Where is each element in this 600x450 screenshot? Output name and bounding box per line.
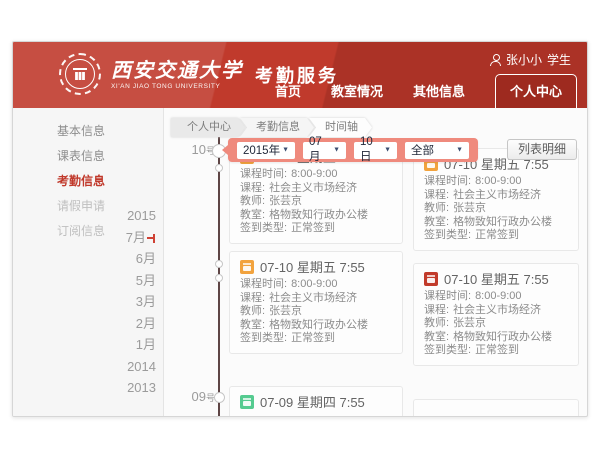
sidebar: 基本信息 课表信息 考勤信息 请假申请 订阅信息 2015 7月 6月 5月 3… bbox=[13, 108, 164, 416]
sidebar-item-attendance-info[interactable]: 考勤信息 bbox=[13, 169, 163, 194]
attendance-card: 07-10 星期五 7:55 课程时间:8:00-9:00 课程:社会主义市场经… bbox=[413, 263, 579, 366]
timeline-entry-may[interactable]: 5月 bbox=[126, 270, 156, 292]
nav-item-classrooms[interactable]: 教室情况 bbox=[331, 81, 383, 108]
timeline-dot bbox=[215, 274, 223, 282]
day-dropdown[interactable]: 10日 ▼ bbox=[354, 142, 397, 159]
timeline-dot bbox=[214, 392, 225, 403]
timeline-entry-march[interactable]: 3月 bbox=[126, 291, 156, 313]
user-icon bbox=[490, 54, 501, 65]
nav-item-other-info[interactable]: 其他信息 bbox=[413, 81, 465, 108]
list-detail-button[interactable]: 列表明细 bbox=[507, 139, 577, 160]
current-month-marker-icon bbox=[147, 234, 156, 243]
month-dropdown[interactable]: 07月 ▼ bbox=[303, 142, 346, 159]
main-nav: 首页 教室情况 其他信息 个人中心 bbox=[275, 74, 577, 108]
attendance-card: 07-10 星期五 7:55 课程时间:8:00-9:00 课程:社会主义市场经… bbox=[413, 148, 579, 251]
nav-item-home[interactable]: 首页 bbox=[275, 81, 301, 108]
chevron-down-icon: ▼ bbox=[456, 146, 463, 153]
breadcrumb-timeline[interactable]: 时间轴 bbox=[309, 118, 372, 137]
screenshot-canvas: 西安交通大学 XI'AN JIAO TONG UNIVERSITY 考勤服务 张… bbox=[0, 0, 600, 450]
user-account[interactable]: 张小小 学生 bbox=[490, 51, 571, 68]
card-date: 07-09 星期四 7:55 bbox=[260, 392, 365, 411]
timeline-year-list: 2015 7月 6月 5月 3月 2月 1月 2014 2013 bbox=[126, 205, 156, 399]
app-header: 西安交通大学 XI'AN JIAO TONG UNIVERSITY 考勤服务 张… bbox=[13, 42, 587, 108]
app-window: 西安交通大学 XI'AN JIAO TONG UNIVERSITY 考勤服务 张… bbox=[12, 41, 588, 417]
user-role: 学生 bbox=[547, 51, 571, 68]
status-calendar-icon bbox=[240, 260, 254, 274]
filter-bar: 2015年 ▼ 07月 ▼ 10日 ▼ 全部 ▼ bbox=[228, 138, 478, 162]
timeline-entry-july[interactable]: 7月 bbox=[126, 227, 156, 249]
university-logo-icon bbox=[59, 53, 101, 95]
status-calendar-icon bbox=[240, 395, 254, 409]
breadcrumb-personal-center[interactable]: 个人中心 bbox=[171, 118, 245, 137]
breadcrumb-attendance-info[interactable]: 考勤信息 bbox=[240, 118, 314, 137]
chevron-down-icon: ▼ bbox=[333, 146, 340, 153]
card-date: 07-10 星期五 7:55 bbox=[444, 269, 549, 288]
card-date: 07-10 星期五 7:55 bbox=[260, 257, 365, 276]
timeline-entry-2013[interactable]: 2013 bbox=[126, 377, 156, 399]
attendance-card: 07-09 星期四 7:55 bbox=[229, 386, 403, 417]
university-name-en: XI'AN JIAO TONG UNIVERSITY bbox=[111, 83, 243, 90]
attendance-card: 07-10 星期五 7:55 课程时间:8:00-9:00 课程:社会主义市场经… bbox=[229, 251, 403, 354]
timeline-entry-2015[interactable]: 2015 bbox=[126, 205, 156, 227]
category-dropdown[interactable]: 全部 ▼ bbox=[405, 142, 469, 159]
timeline-dot bbox=[215, 260, 223, 268]
status-calendar-icon bbox=[424, 272, 438, 286]
nav-tab-personal-center[interactable]: 个人中心 bbox=[495, 74, 577, 108]
timeline-entry-june[interactable]: 6月 bbox=[126, 248, 156, 270]
attendance-card-partial bbox=[413, 399, 579, 417]
sidebar-item-basic-info[interactable]: 基本信息 bbox=[13, 119, 163, 144]
year-dropdown[interactable]: 2015年 ▼ bbox=[237, 142, 295, 159]
user-name: 张小小 bbox=[506, 51, 542, 68]
chevron-down-icon: ▼ bbox=[384, 146, 391, 153]
timeline-dot bbox=[215, 164, 223, 172]
chevron-down-icon: ▼ bbox=[282, 146, 289, 153]
timeline-entry-2014[interactable]: 2014 bbox=[126, 356, 156, 378]
sidebar-item-schedule-info[interactable]: 课表信息 bbox=[13, 144, 163, 169]
timeline-entry-january[interactable]: 1月 bbox=[126, 334, 156, 356]
day-label-09: 09号 bbox=[179, 389, 215, 404]
timeline-entry-february[interactable]: 2月 bbox=[126, 313, 156, 335]
breadcrumb: 个人中心 考勤信息 时间轴 bbox=[171, 118, 372, 137]
day-label-10: 10号 bbox=[179, 142, 215, 157]
university-name-cn: 西安交通大学 bbox=[111, 59, 243, 81]
